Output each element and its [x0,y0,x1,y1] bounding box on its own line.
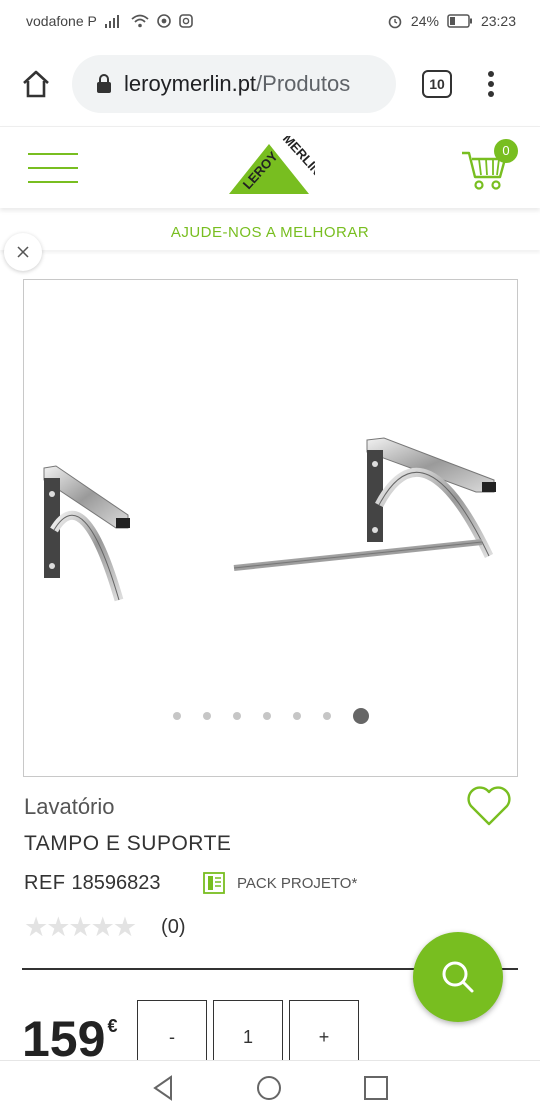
status-bar: vodafone P 24% 23:23 [0,0,540,42]
cart-button[interactable]: 0 [460,138,518,191]
battery-percent: 24% [410,13,439,29]
heart-icon [467,786,511,826]
browser-menu-button[interactable] [476,64,506,104]
battery-icon [447,14,473,28]
more-vertical-icon [488,71,494,97]
price-currency: € [107,1016,118,1036]
gallery-pagination [24,708,517,724]
pack-label: PACK PROJETO* [237,874,358,892]
home-circle-icon [257,1076,281,1100]
bracket-right [233,437,496,571]
search-icon [442,961,474,993]
url-path: /Produtos [256,71,351,96]
browser-toolbar: leroymerlin.pt/Produtos 10 [0,42,540,126]
carrier-label: vodafone P [26,13,97,29]
ref-label: REF [24,872,66,894]
chrome-icon [157,14,171,28]
alarm-icon [387,13,403,29]
pack-projeto-link[interactable]: PACK PROJETO* [203,872,357,894]
product-rating[interactable]: ★★★★★ (0) [24,912,185,943]
home-icon [23,70,49,98]
back-nav-button[interactable] [151,1075,175,1106]
product-title: TAMPO E SUPORTE [24,832,232,855]
gallery-dot[interactable] [352,708,369,724]
recents-square-icon [364,1076,388,1100]
gallery-dot[interactable] [232,712,241,720]
pack-icon [203,872,225,894]
leroy-merlin-logo[interactable]: LEROY MERLIN [223,130,324,200]
product-image [43,437,496,602]
address-bar[interactable]: leroymerlin.pt/Produtos [72,55,396,113]
back-triangle-icon [153,1075,172,1101]
instagram-icon [179,14,193,28]
menu-hamburger-button[interactable] [28,152,78,183]
lock-icon [97,74,111,93]
close-icon [17,246,29,258]
recents-nav-button[interactable] [363,1075,389,1106]
close-button[interactable] [4,233,42,271]
signal-icon [104,14,123,28]
product-image-gallery[interactable] [23,279,518,777]
product-ref: REF 18596823 [24,872,160,895]
feedback-link[interactable]: AJUDE-NOS A MELHORAR [0,214,540,250]
wifi-icon [131,14,149,28]
home-nav-button[interactable] [255,1074,283,1107]
gallery-dot[interactable] [202,712,211,720]
gallery-dot[interactable] [172,712,181,720]
gallery-dot[interactable] [322,712,331,720]
bracket-left [43,465,130,602]
cart-count-badge: 0 [494,138,518,163]
url-host: leroymerlin.pt [124,71,257,96]
gallery-dot[interactable] [292,712,301,720]
ref-value: 18596823 [71,872,161,894]
android-nav-bar [0,1060,540,1120]
favorite-button[interactable] [466,784,512,828]
home-button[interactable] [14,62,58,106]
rating-count: (0) [161,916,186,938]
search-fab-button[interactable] [413,932,503,1022]
clock: 23:23 [480,13,516,29]
rating-stars: ★★★★★ [24,912,137,942]
gallery-dot[interactable] [262,712,271,720]
tab-switcher-button[interactable]: 10 [422,70,452,98]
product-category[interactable]: Lavatório [24,794,115,820]
site-header: LEROY MERLIN 0 [0,126,540,208]
